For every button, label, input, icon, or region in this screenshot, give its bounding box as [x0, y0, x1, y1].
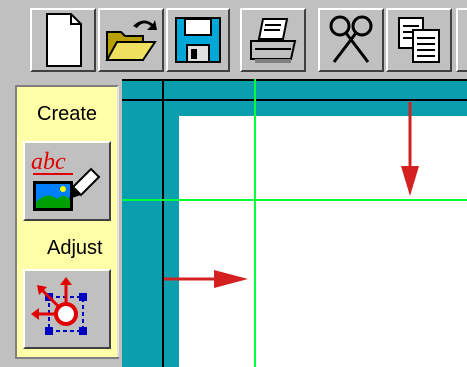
open-folder-button[interactable] [98, 8, 164, 72]
scissors-icon [329, 15, 373, 63]
new-document-icon [46, 13, 82, 67]
open-folder-icon [105, 20, 157, 61]
adjust-label: Adjust [47, 237, 103, 259]
create-text-button[interactable]: abc [23, 141, 111, 221]
new-document-button[interactable] [30, 8, 96, 72]
horizontal-guide[interactable] [122, 199, 467, 201]
save-button[interactable] [166, 8, 230, 72]
tool-panel: Create abc Adjust [15, 85, 119, 357]
adjust-button[interactable] [23, 269, 111, 349]
move-handles-icon [31, 277, 87, 335]
floppy-disk-icon [175, 17, 221, 63]
create-label: Create [37, 103, 98, 125]
horizontal-ruler-line [122, 99, 467, 101]
cut-button[interactable] [318, 8, 384, 72]
copy-button[interactable] [386, 8, 452, 72]
page-canvas[interactable] [179, 116, 467, 367]
vertical-guide[interactable] [254, 79, 256, 367]
top-ruler-edge [122, 79, 467, 81]
print-button[interactable] [240, 8, 306, 72]
sidebar-footer [15, 357, 119, 367]
tool-sidebar: Create abc Adjust [0, 79, 122, 367]
copy-icon [398, 17, 440, 63]
text-tool-icon: abc [31, 149, 101, 211]
paste-button-partial[interactable] [456, 8, 467, 72]
toolbar [0, 0, 467, 79]
text-tool-abc: abc [31, 149, 66, 175]
printer-icon [250, 18, 297, 63]
vertical-ruler-line [162, 79, 164, 367]
